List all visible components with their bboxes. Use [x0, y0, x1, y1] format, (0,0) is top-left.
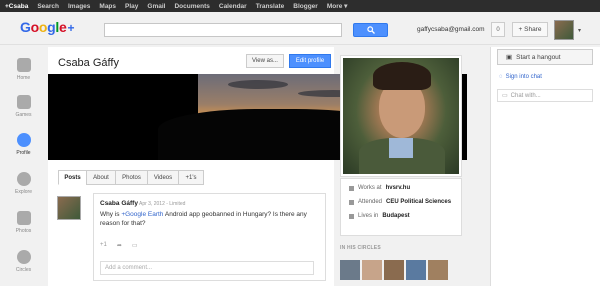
view-as-button[interactable]: View as...	[246, 54, 284, 68]
nav-item-photos[interactable]: Photos	[0, 207, 47, 237]
google-bar: +Csaba Search Images Maps Play Gmail Doc…	[0, 0, 600, 12]
profile-photo-image	[343, 58, 459, 174]
notification-count[interactable]: 0	[491, 22, 505, 37]
sign-into-chat-link[interactable]: ◌ Sign into chat	[499, 74, 542, 80]
start-hangout-button[interactable]: ▣ Start a hangout	[497, 49, 593, 65]
nav-item-profile[interactable]: Profile	[0, 129, 47, 159]
tab-plus-ones[interactable]: +1's	[178, 170, 204, 185]
nav-label: Home	[16, 75, 31, 81]
info-value: hvsrv.hu	[385, 185, 411, 191]
explore-icon	[16, 172, 31, 186]
topbar-item-more[interactable]: More ▾	[327, 2, 348, 10]
info-label: Lives in	[358, 213, 379, 219]
nav-label: Circles	[15, 267, 32, 273]
circles-icon	[16, 250, 31, 264]
profile-name: Csaba Gáffy	[58, 57, 119, 69]
post-author-avatar[interactable]	[57, 196, 81, 220]
nav-label: Profile	[16, 150, 31, 156]
school-icon	[349, 199, 354, 205]
chat-placeholder: Chat with...	[510, 92, 541, 99]
info-education: Attended CEU Political Sciences	[349, 199, 451, 205]
circle-avatar[interactable]	[428, 260, 448, 280]
nav-item-games[interactable]: Games	[0, 91, 47, 121]
info-location: Lives in Budapest	[349, 213, 410, 219]
photo-collar	[389, 138, 413, 158]
post-actions: +1 ➦ ▭	[100, 242, 138, 249]
circle-avatar[interactable]	[362, 260, 382, 280]
circles-heading: IN HIS CIRCLES	[340, 245, 381, 251]
circles-avatars	[340, 260, 448, 280]
topbar-item-search[interactable]: Search	[37, 3, 59, 10]
profile-info-card: Works at hvsrv.hu Attended CEU Political S…	[340, 178, 462, 236]
profile-tabs: Posts About Photos Videos +1's	[58, 170, 204, 185]
nav-item-circles[interactable]: Circles	[0, 246, 47, 276]
profile-icon	[16, 133, 31, 147]
hangout-icon[interactable]: ▭	[132, 242, 138, 249]
chat-icon: ▭	[502, 93, 508, 99]
nav-item-home[interactable]: Home	[0, 54, 47, 84]
profile-photo[interactable]	[340, 55, 462, 177]
comment-input[interactable]: Add a comment...	[100, 261, 314, 275]
topbar-item-translate[interactable]: Translate	[256, 3, 285, 10]
search-button[interactable]	[353, 23, 388, 37]
circle-avatar[interactable]	[384, 260, 404, 280]
topbar-item-profile[interactable]: +Csaba	[5, 3, 28, 10]
chat-search-input[interactable]: ▭ Chat with...	[497, 89, 593, 102]
topbar-item-calendar[interactable]: Calendar	[219, 3, 247, 10]
tab-about[interactable]: About	[86, 170, 115, 185]
share-button[interactable]: + Share	[512, 22, 548, 37]
nav-label: Explore	[15, 189, 32, 195]
home-icon	[16, 58, 31, 72]
cover-cloud	[228, 80, 288, 89]
topbar-item-play[interactable]: Play	[125, 3, 138, 10]
topbar-item-images[interactable]: Images	[68, 3, 90, 10]
nav-label: Games	[15, 112, 32, 118]
post-meta[interactable]: Apr 3, 2012 - Limited	[139, 201, 185, 207]
topbar-item-blogger[interactable]: Blogger	[293, 3, 318, 10]
chat-status-icon: ◌	[499, 74, 503, 80]
post-mention-link[interactable]: +Google Earth	[121, 211, 163, 218]
camera-icon	[16, 211, 31, 225]
tab-posts[interactable]: Posts	[58, 170, 86, 185]
account-email[interactable]: gaffycsaba@gmail.com	[417, 26, 485, 33]
briefcase-icon	[349, 185, 354, 191]
search-icon	[366, 26, 375, 34]
info-label: Works at	[358, 185, 382, 191]
chat-sidebar: ▣ Start a hangout ◌ Sign into chat ▭ Chat w…	[490, 47, 600, 286]
signin-label: Sign into chat	[505, 74, 542, 80]
hangout-label: Start a hangout	[516, 53, 561, 61]
info-value: Budapest	[382, 213, 410, 219]
tab-photos[interactable]: Photos	[115, 170, 147, 185]
tab-videos[interactable]: Videos	[147, 170, 178, 185]
games-icon	[16, 95, 31, 109]
post-text: Why is +Google Earth Android app geobann…	[100, 210, 315, 228]
google-plus-logo[interactable]: Google+	[20, 19, 74, 35]
header: Google+ gaffycsaba@gmail.com 0 + Share ▾	[0, 12, 600, 45]
hangout-icon: ▣	[506, 54, 513, 61]
info-value: CEU Political Sciences	[386, 199, 452, 205]
info-work: Works at hvsrv.hu	[349, 185, 410, 191]
post-author[interactable]: Csaba Gáffy	[100, 200, 138, 207]
post-card: Csaba Gáffy Apr 3, 2012 - Limited Why is…	[93, 193, 326, 281]
nav-label: Photos	[15, 228, 32, 234]
topbar-item-documents[interactable]: Documents	[174, 3, 209, 10]
chevron-down-icon[interactable]: ▾	[578, 27, 581, 34]
info-label: Attended	[358, 199, 383, 205]
topbar-item-gmail[interactable]: Gmail	[147, 3, 165, 10]
edit-profile-button[interactable]: Edit profile	[289, 54, 331, 68]
nav-item-explore[interactable]: Explore	[0, 168, 47, 198]
circle-avatar[interactable]	[406, 260, 426, 280]
location-icon	[349, 213, 354, 219]
post-text-start: Why is	[100, 211, 122, 218]
account-avatar[interactable]	[554, 20, 574, 40]
share-icon[interactable]: ➦	[117, 242, 122, 249]
left-nav: Home Games Profile Explore Photos Circle…	[0, 46, 47, 286]
plus-one-button[interactable]: +1	[100, 242, 107, 249]
photo-hair	[373, 62, 431, 90]
topbar-item-maps[interactable]: Maps	[99, 3, 116, 10]
circle-avatar[interactable]	[340, 260, 360, 280]
search-input[interactable]	[104, 23, 342, 37]
